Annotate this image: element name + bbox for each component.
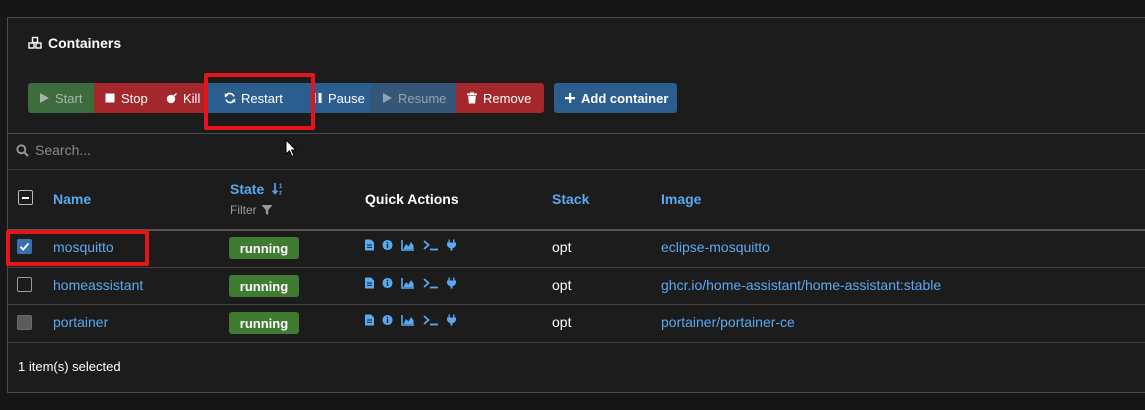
toolbar-divider [8, 133, 1145, 134]
inspect-icon[interactable] [382, 277, 393, 289]
status-badge: running [229, 312, 299, 334]
selection-count: 1 item(s) selected [18, 359, 121, 374]
resume-button[interactable]: Resume [371, 83, 456, 113]
bomb-icon [166, 93, 177, 104]
play-icon [383, 93, 392, 103]
kill-button[interactable]: Kill [156, 83, 207, 113]
console-icon[interactable] [423, 277, 439, 289]
restart-button[interactable]: Restart [207, 83, 301, 113]
header-divider [8, 229, 1145, 231]
refresh-icon [224, 92, 236, 104]
quick-actions [364, 314, 457, 326]
remove-button[interactable]: Remove [456, 83, 544, 113]
inspect-icon[interactable] [382, 239, 393, 251]
footer-divider [8, 342, 1145, 343]
stack-value: opt [552, 239, 572, 255]
cubes-icon [28, 36, 42, 49]
column-header-name[interactable]: Name [53, 191, 91, 207]
column-header-quick-actions: Quick Actions [365, 191, 459, 207]
panel-title-text: Containers [48, 35, 122, 51]
attach-icon[interactable] [446, 277, 457, 289]
logs-icon[interactable] [364, 277, 375, 289]
stats-icon[interactable] [400, 314, 416, 326]
select-all-checkbox[interactable] [18, 190, 33, 205]
filter-icon [261, 205, 273, 215]
quick-actions [364, 277, 457, 289]
stop-icon [105, 93, 115, 103]
play-icon [40, 93, 49, 103]
containers-panel: Containers Start Stop Kill Restart Pause… [7, 17, 1145, 393]
stack-value: opt [552, 277, 572, 293]
row-checkbox[interactable] [17, 315, 32, 330]
attach-icon[interactable] [446, 239, 457, 251]
container-actions-toolbar: Start Stop Kill Restart Pause Resume Rem… [28, 83, 677, 113]
image-link[interactable]: eclipse-mosquitto [661, 239, 770, 255]
pause-button[interactable]: Pause [301, 83, 371, 113]
status-badge: running [229, 275, 299, 297]
pause-icon [312, 93, 322, 103]
row-checkbox[interactable] [17, 239, 32, 254]
row-divider [8, 304, 1145, 305]
status-badge: running [229, 237, 299, 259]
attach-icon[interactable] [446, 314, 457, 326]
column-header-state[interactable]: State 1z [230, 181, 286, 197]
logs-icon[interactable] [364, 239, 375, 251]
row-divider [8, 267, 1145, 268]
inspect-icon[interactable] [382, 314, 393, 326]
search-bar [16, 142, 435, 158]
console-icon[interactable] [423, 314, 439, 326]
sort-icon: 1z [272, 183, 283, 196]
container-name-link[interactable]: homeassistant [53, 277, 143, 293]
check-icon [19, 242, 30, 251]
svg-text:1: 1 [279, 184, 283, 190]
trash-icon [467, 92, 477, 104]
stack-value: opt [552, 314, 572, 330]
plus-icon [565, 93, 575, 103]
search-divider [8, 169, 1145, 170]
stats-icon[interactable] [400, 239, 416, 251]
search-icon [16, 143, 29, 157]
mouse-cursor-icon [285, 139, 297, 158]
logs-icon[interactable] [364, 314, 375, 326]
row-checkbox[interactable] [17, 277, 32, 292]
svg-text:z: z [279, 191, 282, 196]
stop-button[interactable]: Stop [94, 83, 156, 113]
container-name-link[interactable]: mosquitto [53, 239, 114, 255]
search-input[interactable] [35, 142, 435, 158]
start-button[interactable]: Start [28, 83, 94, 113]
state-filter[interactable]: Filter [230, 203, 273, 217]
stats-icon[interactable] [400, 277, 416, 289]
image-link[interactable]: portainer/portainer-ce [661, 314, 795, 330]
column-header-stack[interactable]: Stack [552, 191, 589, 207]
container-name-link[interactable]: portainer [53, 314, 108, 330]
image-link[interactable]: ghcr.io/home-assistant/home-assistant:st… [661, 277, 941, 293]
console-icon[interactable] [423, 239, 439, 251]
panel-title: Containers [28, 35, 121, 51]
quick-actions [364, 239, 457, 251]
add-container-button[interactable]: Add container [554, 83, 677, 113]
column-header-image[interactable]: Image [661, 191, 701, 207]
